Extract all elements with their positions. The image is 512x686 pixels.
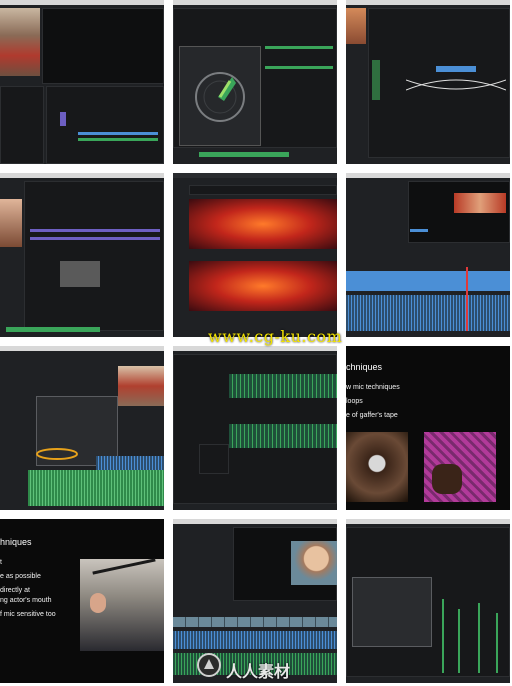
slide-bullet: ng actor's mouth <box>0 597 52 604</box>
thumb-audition-phase-meter[interactable] <box>173 0 337 164</box>
timeline-clip[interactable] <box>78 138 158 141</box>
logo-watermark: 人人素材 <box>196 652 290 682</box>
level-meter <box>199 152 289 157</box>
logo-icon <box>197 653 221 677</box>
channel-level-meter <box>478 603 480 673</box>
menu-bar <box>173 0 337 5</box>
effects-dialog <box>352 577 432 647</box>
timeline-clip[interactable] <box>30 229 160 232</box>
waveform-track <box>229 374 337 398</box>
phase-meter-icon <box>195 72 245 122</box>
timeline-clip[interactable] <box>265 46 333 49</box>
timeline-ruler <box>189 185 337 195</box>
slide-bullet: e of gaffer's tape <box>346 412 398 419</box>
spectral-display-channel-2 <box>189 261 337 311</box>
video-frame-restaurant <box>0 8 40 76</box>
thumb-premiere-audio-tracks[interactable] <box>0 173 164 337</box>
slide-bullet: loops <box>346 398 363 405</box>
menu-bar <box>0 346 164 351</box>
timeline-clip[interactable] <box>410 229 428 232</box>
highlight-circle-icon <box>36 448 78 460</box>
thumb-audition-mixer[interactable] <box>346 519 510 683</box>
thumb-premiere-video-preview[interactable] <box>0 0 164 164</box>
volume-keyframe-curve <box>406 66 506 91</box>
video-frame-actor <box>0 199 22 247</box>
phase-meter-window <box>179 46 261 146</box>
slide-title: hniques <box>0 537 32 547</box>
hand-detail <box>432 464 462 494</box>
timeline-clip[interactable] <box>60 261 100 287</box>
waveform-track <box>96 456 164 470</box>
timeline-clip[interactable] <box>346 271 510 291</box>
menu-bar <box>346 173 510 178</box>
waveform-track <box>28 470 164 506</box>
site-watermark: www.cg-ku.com <box>208 327 343 346</box>
level-meter <box>6 327 100 332</box>
thumb-audition-spectral-view[interactable] <box>173 173 337 337</box>
thumb-slide-boom-mic[interactable]: hniques t e as possible directly at ng a… <box>0 519 164 683</box>
video-frame-actor <box>291 541 337 585</box>
menu-bar <box>0 173 164 178</box>
timeline-clip[interactable] <box>30 237 160 240</box>
menu-bar <box>173 519 337 524</box>
logo-text: 人人素材 <box>226 662 291 681</box>
channel-level-meter <box>442 599 444 673</box>
waveform-track <box>229 424 337 448</box>
timeline-clip[interactable] <box>78 132 158 135</box>
menu-bar <box>0 0 164 5</box>
timeline-panel <box>24 181 164 331</box>
timeline-clip[interactable] <box>265 66 333 69</box>
timeline-clip[interactable] <box>60 112 66 126</box>
menu-bar <box>173 346 337 351</box>
video-thumbnail-strip <box>173 617 337 627</box>
waveform-track <box>346 295 510 331</box>
slide-title: chniques <box>346 362 383 372</box>
actor-face <box>90 593 106 613</box>
project-panel <box>0 86 44 164</box>
slide-bullet: t <box>0 559 2 566</box>
photo-clip-on-mic <box>346 432 408 502</box>
playhead[interactable] <box>466 267 468 331</box>
slide-bullet: w mic techniques <box>346 384 400 391</box>
menu-bar <box>346 0 510 5</box>
slide-bullet: e as possible <box>0 573 41 580</box>
thumb-slide-mic-techniques[interactable]: chniques w mic techniques loops e of gaf… <box>346 346 510 510</box>
menu-bar <box>173 173 337 178</box>
slide-bullet: f mic sensitive too <box>0 611 56 618</box>
timeline-clip[interactable] <box>372 60 380 100</box>
thumb-premiere-multicam[interactable] <box>346 173 510 337</box>
channel-level-meter <box>496 613 498 673</box>
slide-bullet: directly at <box>0 587 30 594</box>
waveform-track <box>173 631 337 649</box>
thumb-audition-multitrack[interactable] <box>173 346 337 510</box>
track-controls <box>199 444 229 474</box>
program-monitor <box>42 8 164 84</box>
video-frame-actors <box>454 193 506 213</box>
thumb-premiere-export-dialog[interactable] <box>0 346 164 510</box>
menu-bar <box>346 519 510 524</box>
spectral-display-channel-1 <box>189 199 337 249</box>
video-frame-actor <box>346 8 366 44</box>
channel-level-meter <box>458 609 460 673</box>
video-frame-restaurant <box>118 366 164 406</box>
thumb-premiere-keyframes[interactable] <box>346 0 510 164</box>
